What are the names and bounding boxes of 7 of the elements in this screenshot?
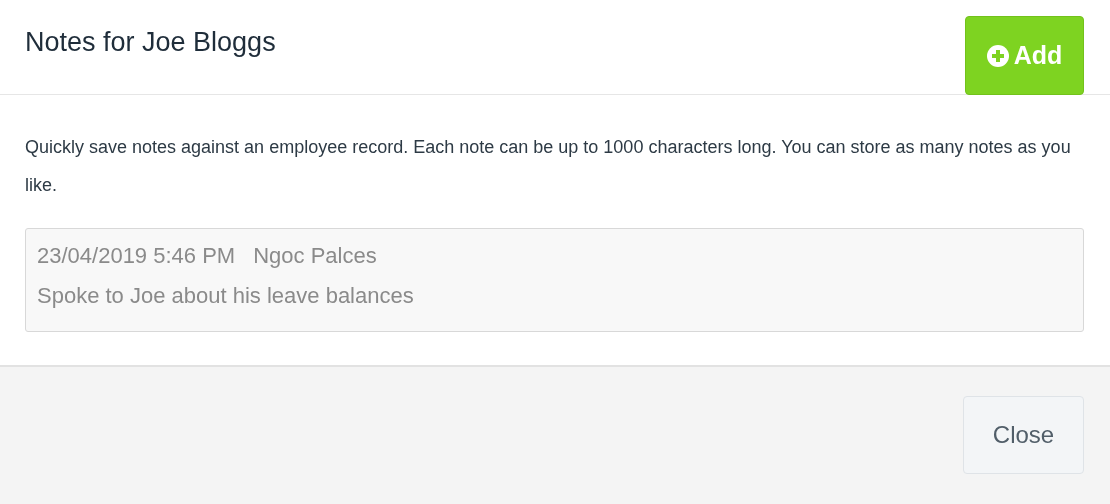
plus-circle-icon bbox=[986, 44, 1009, 67]
description-text: Quickly save notes against an employee record. Each note can be up to 1000 characters long. You can store as many notes as you like. bbox=[25, 136, 1072, 197]
dialog-title: Notes for Joe Bloggs bbox=[25, 27, 276, 58]
note-timestamp: 23/04/2019 5:46 PM bbox=[37, 242, 236, 270]
close-button[interactable]: Close bbox=[963, 396, 1084, 474]
note-author: Ngoc Palces bbox=[253, 242, 377, 270]
note-text: Spoke to Joe about his leave balances bbox=[37, 282, 415, 310]
